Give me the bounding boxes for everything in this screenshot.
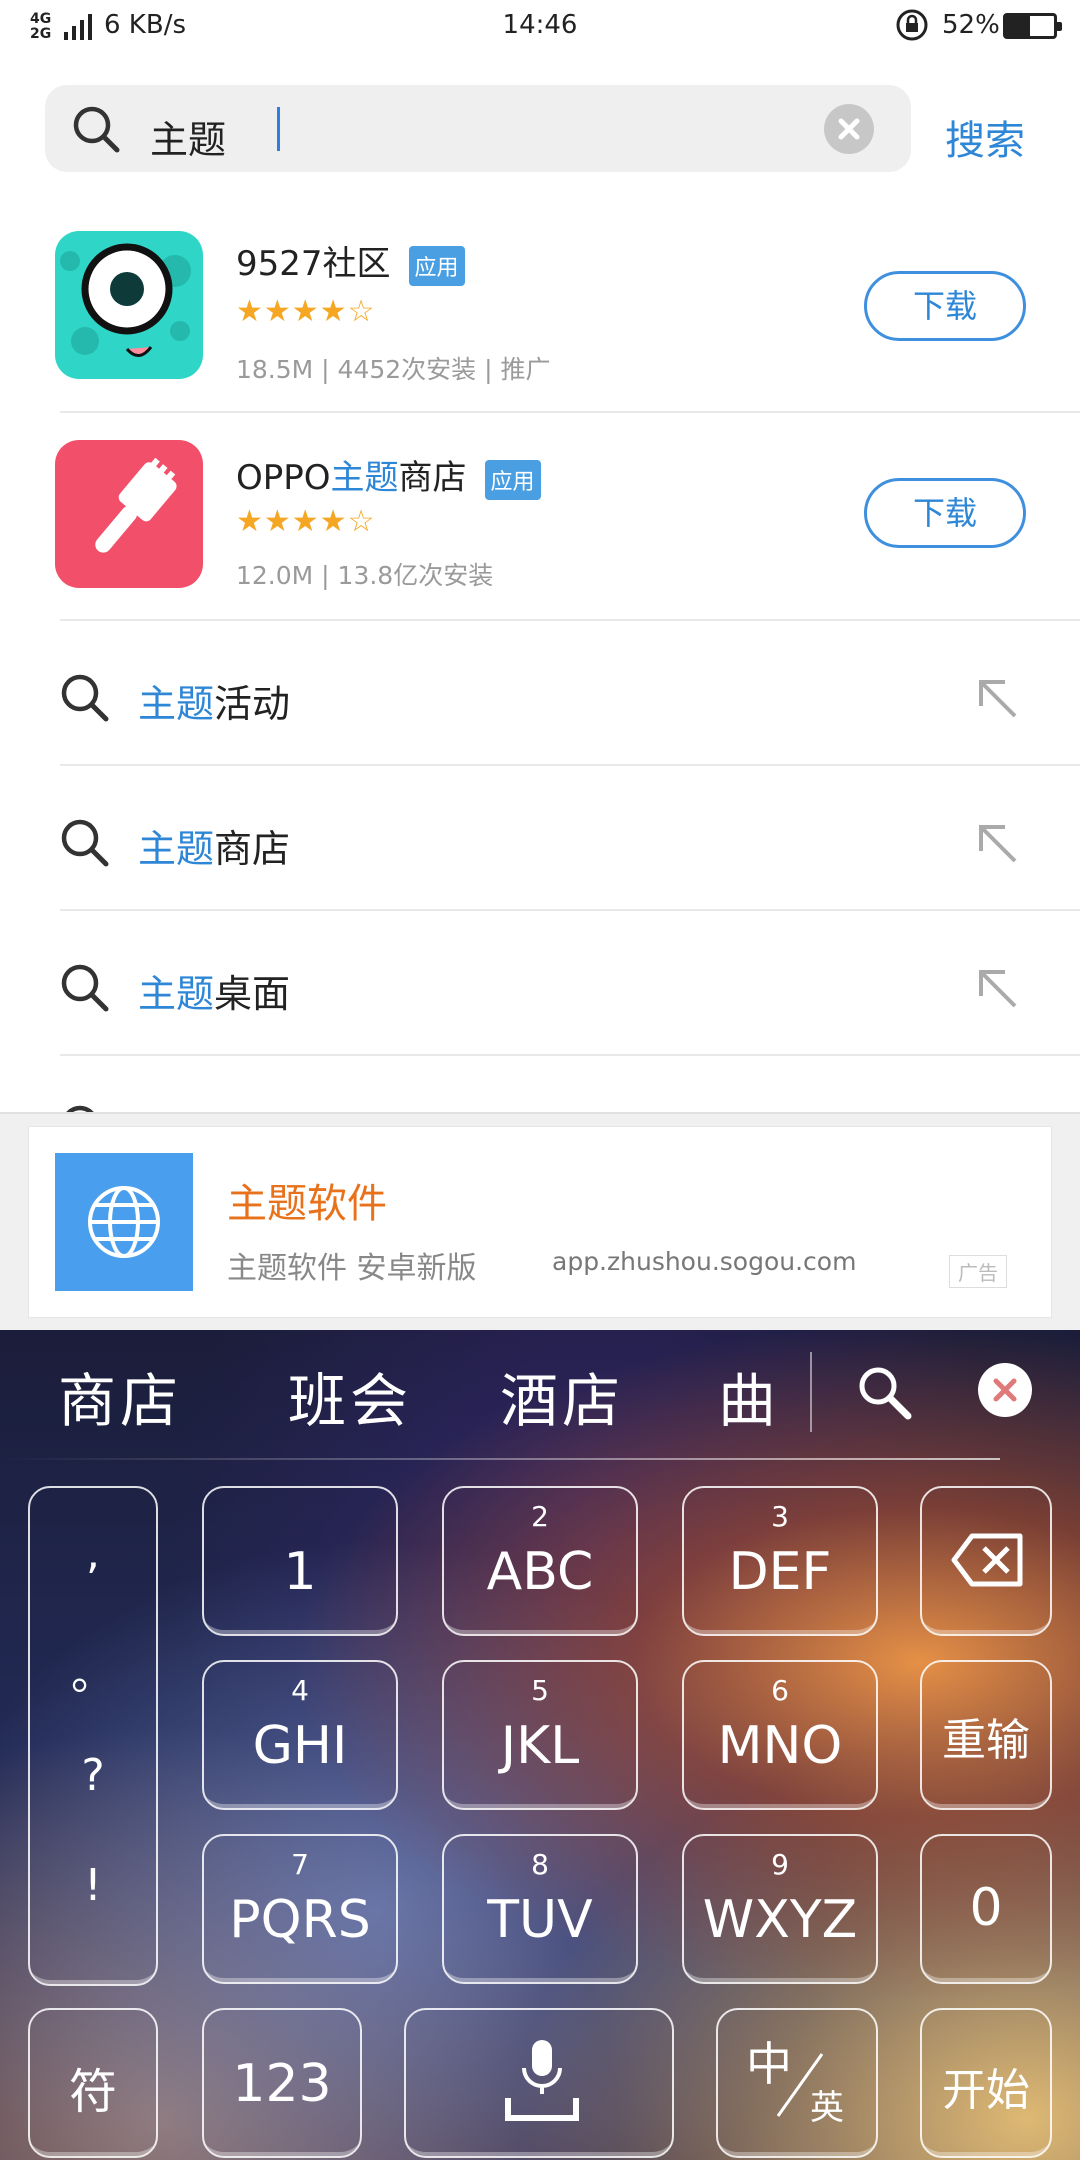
ad-container: 主题软件 主题软件 安卓新版 app.zhushou.sogou.com 广告 (0, 1112, 1080, 1330)
key-5-jkl[interactable]: 5 JKL (442, 1660, 638, 1810)
app-result-oppo-theme[interactable]: OPPO主题商店 应用 ★★★★☆ 12.0M | 13.8亿次安装 下载 (0, 414, 1080, 620)
download-button[interactable]: 下载 (864, 271, 1026, 341)
search-input[interactable]: 主题 (150, 109, 226, 164)
app-result-9527[interactable]: 9527社区 应用 ★★★★☆ 18.5M | 4452次安装 | 推广 下载 (0, 206, 1080, 412)
ad-description: 主题软件 安卓新版 (227, 1251, 477, 1286)
status-bar: 4G 2G 6 KB/s 14:46 52% (0, 0, 1080, 58)
space-voice-key[interactable] (404, 2008, 674, 2158)
close-icon (993, 1378, 1017, 1402)
key-8-tuv[interactable]: 8 TUV (442, 1834, 638, 1984)
rotation-lock-icon (896, 9, 928, 41)
search-box[interactable]: 主题 (45, 85, 911, 172)
candidate-word[interactable]: 酒店 (500, 1354, 624, 1438)
suggestion-item[interactable]: 主题商店 (0, 766, 1080, 911)
key-6-mno[interactable]: 6 MNO (682, 1660, 878, 1810)
candidate-divider (810, 1352, 812, 1432)
app-meta: 18.5M | 4452次安装 | 推广 (236, 355, 551, 384)
backspace-key[interactable] (920, 1486, 1052, 1636)
suggestion-item-partial[interactable] (0, 1056, 1080, 1112)
ad-title: 主题软件 (227, 1181, 387, 1227)
divider (60, 411, 1080, 413)
close-icon (838, 118, 860, 140)
clear-search-button[interactable] (824, 104, 874, 154)
key-4-ghi[interactable]: 4 GHI (202, 1660, 398, 1810)
key-0[interactable]: 0 (920, 1834, 1052, 1984)
microphone-icon (505, 2040, 579, 2121)
search-icon (61, 674, 109, 722)
start-key[interactable]: 开始 (920, 2008, 1052, 2158)
key-2-abc[interactable]: 2 ABC (442, 1486, 638, 1636)
key-1[interactable]: 1 (202, 1486, 398, 1636)
app-icon-oppo-theme (55, 440, 203, 588)
fill-query-arrow-icon[interactable] (975, 966, 1021, 1012)
search-icon[interactable] (852, 1360, 918, 1426)
suggestion-item[interactable]: 主题桌面 (0, 911, 1080, 1056)
reinput-key[interactable]: 重输 (920, 1660, 1052, 1810)
suggestion-text: 主题桌面 (138, 972, 291, 1016)
battery-level: 52% (942, 10, 1000, 40)
app-badge: 应用 (484, 459, 541, 500)
ad-label: 广告 (949, 1255, 1007, 1288)
key-9-wxyz[interactable]: 9 WXYZ (682, 1834, 878, 1984)
backspace-icon (951, 1533, 1023, 1587)
download-button[interactable]: 下载 (864, 478, 1026, 548)
rating-stars: ★★★★☆ (236, 294, 376, 329)
search-icon (66, 1105, 94, 1112)
app-name: OPPO主题商店 应用 (236, 450, 541, 500)
candidate-word[interactable]: 曲 (718, 1354, 780, 1438)
rating-stars: ★★★★☆ (236, 504, 376, 539)
app-meta: 12.0M | 13.8亿次安装 (236, 561, 494, 590)
numeric-key[interactable]: 123 (202, 2008, 362, 2158)
app-icon-9527 (55, 231, 203, 379)
suggestion-item[interactable]: 主题活动 (0, 621, 1080, 766)
keyboard: 商店 班会 酒店 曲 , 。 ? ! 1 2 ABC 3 DEF 4 GHI 5… (0, 1330, 1080, 2160)
text-cursor (277, 107, 280, 151)
search-icon (61, 964, 109, 1012)
fill-query-arrow-icon[interactable] (975, 676, 1021, 722)
candidate-word[interactable]: 班会 (288, 1354, 412, 1438)
keyboard-close-button[interactable] (978, 1363, 1032, 1417)
app-name: 9527社区 应用 (236, 236, 465, 286)
globe-icon (55, 1153, 193, 1291)
language-switch-key[interactable]: 中 英 (716, 2008, 878, 2158)
search-button[interactable]: 搜索 (945, 108, 1025, 166)
punctuation-key[interactable]: , 。 ? ! (28, 1486, 158, 1986)
candidate-separator (0, 1458, 1000, 1460)
paintbrush-icon (95, 457, 177, 553)
fill-query-arrow-icon[interactable] (975, 821, 1021, 867)
key-7-pqrs[interactable]: 7 PQRS (202, 1834, 398, 1984)
app-badge: 应用 (408, 245, 465, 286)
slash-divider (776, 2053, 824, 2117)
search-icon (61, 819, 109, 867)
battery-icon (1003, 13, 1062, 39)
candidate-word[interactable]: 商店 (58, 1354, 182, 1438)
suggestion-text: 主题活动 (138, 682, 291, 726)
key-3-def[interactable]: 3 DEF (682, 1486, 878, 1636)
ad-url: app.zhushou.sogou.com (552, 1247, 857, 1276)
symbol-key[interactable]: 符 (28, 2008, 158, 2158)
suggestion-text: 主题商店 (138, 827, 291, 871)
search-icon (73, 106, 120, 153)
ad-banner[interactable]: 主题软件 主题软件 安卓新版 app.zhushou.sogou.com 广告 (28, 1126, 1052, 1318)
